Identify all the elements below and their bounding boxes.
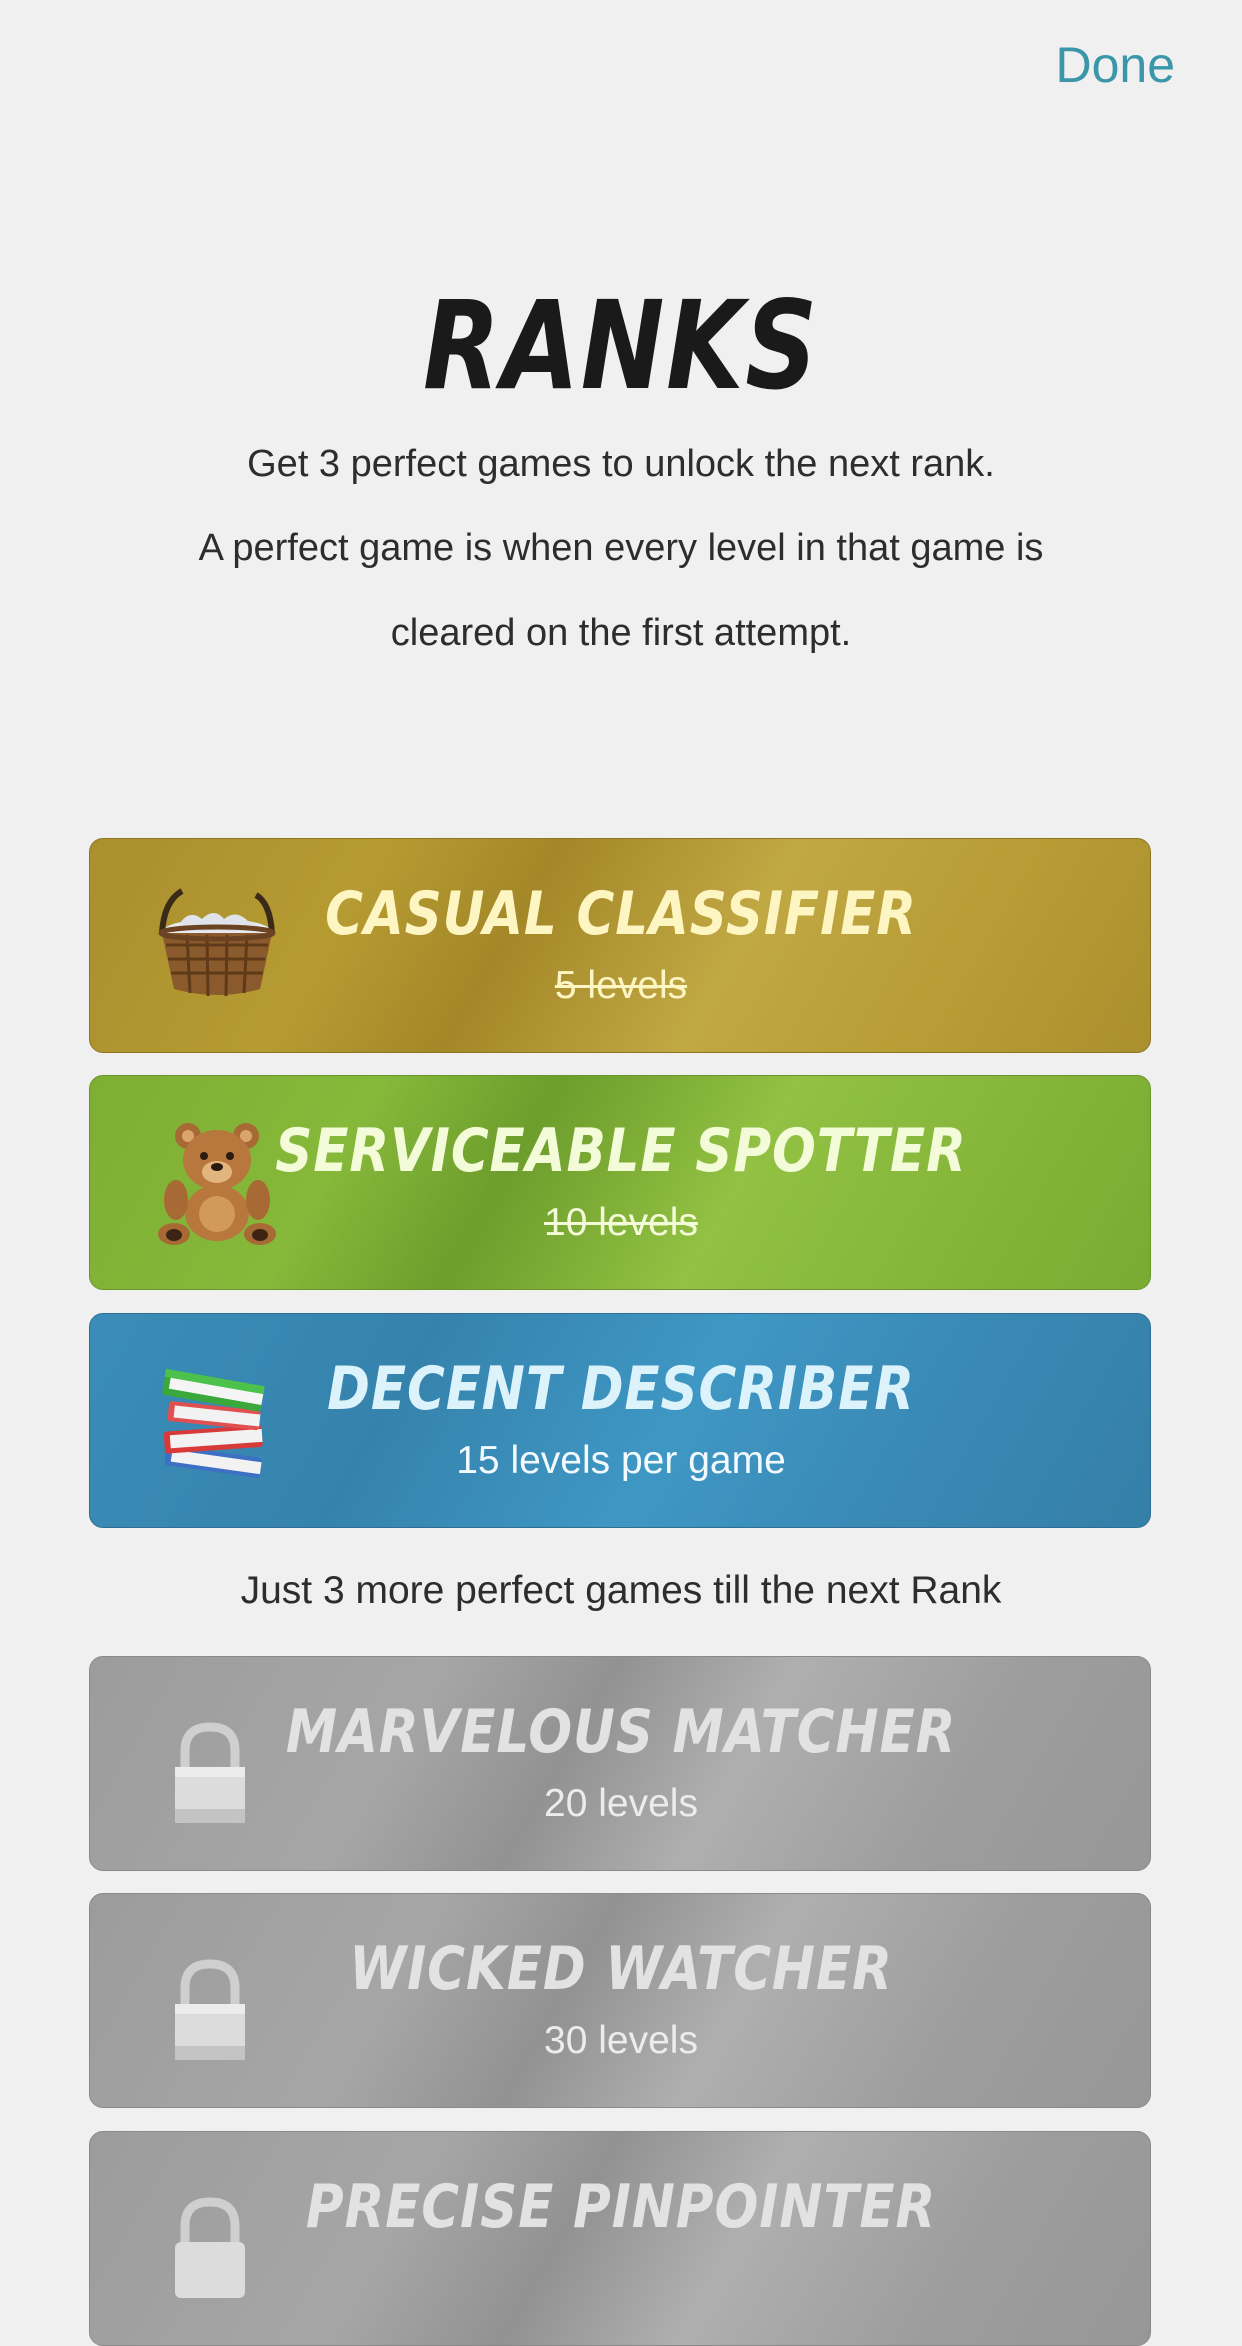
- rank-levels: 5 levels: [554, 964, 688, 1007]
- rank-name: Marvelous Matcher: [285, 1697, 957, 1767]
- rank-levels: 15 levels per game: [456, 1439, 786, 1482]
- rank-card-decent-describer[interactable]: Decent Describer 15 levels per game: [89, 1313, 1151, 1528]
- rank-card-marvelous-matcher[interactable]: Marvelous Matcher 20 levels: [89, 1656, 1151, 1871]
- rank-name: Casual Classifier: [325, 879, 917, 949]
- intro-line-1: Get 3 perfect games to unlock the next r…: [247, 443, 995, 485]
- rank-levels: 20 levels: [544, 1782, 698, 1825]
- rank-card-serviceable-spotter[interactable]: Serviceable Spotter 10 levels: [89, 1075, 1151, 1290]
- rank-levels: 10 levels: [544, 1201, 698, 1244]
- rank-card-wicked-watcher[interactable]: Wicked Watcher 30 levels: [89, 1893, 1151, 2108]
- rank-card-casual-classifier[interactable]: Casual Classifier 5 levels: [89, 838, 1151, 1053]
- done-button[interactable]: Done: [1055, 36, 1175, 94]
- intro-line-3: cleared on the first attempt.: [390, 612, 852, 654]
- intro-line-2: A perfect game is when every level in th…: [198, 527, 1044, 569]
- progress-note: Just 3 more perfect games till the next …: [240, 1569, 1002, 1612]
- rank-name: Precise Pinpointer: [305, 2172, 937, 2242]
- rank-card-precise-pinpointer[interactable]: Precise Pinpointer: [89, 2131, 1151, 2346]
- rank-name: Serviceable Spotter: [275, 1116, 967, 1186]
- rank-levels: 30 levels: [544, 2019, 698, 2062]
- page-title: RANKS: [423, 275, 819, 417]
- rank-name: Wicked Watcher: [349, 1934, 893, 2004]
- rank-name: Decent Describer: [327, 1354, 915, 1424]
